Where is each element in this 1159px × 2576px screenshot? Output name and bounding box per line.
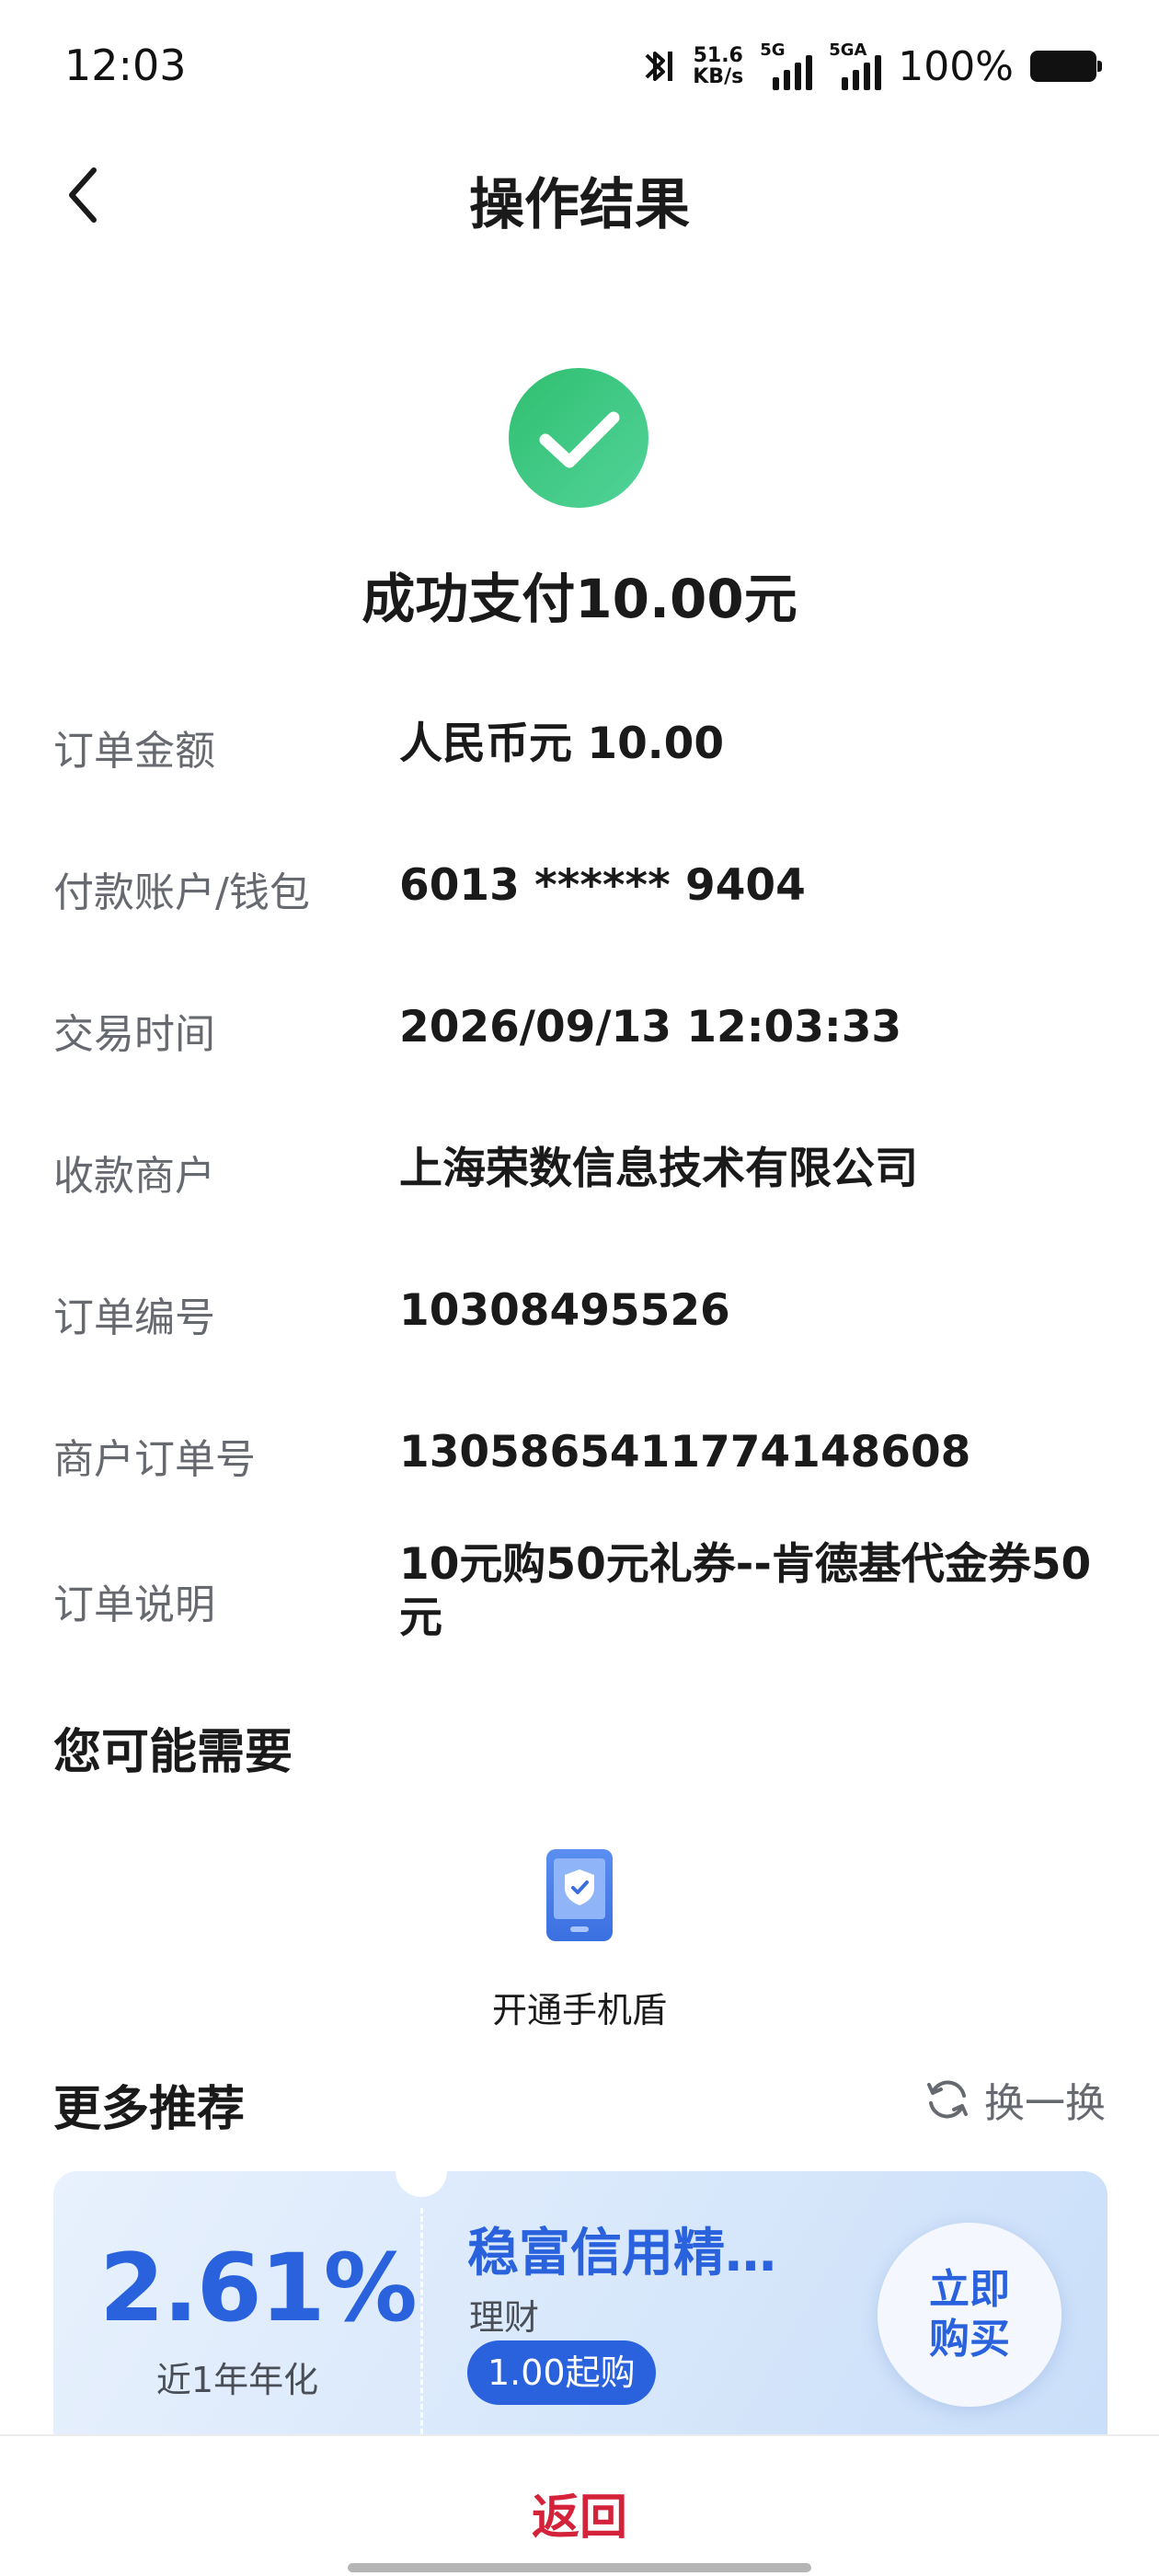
page-title: 操作结果 (469, 173, 690, 237)
detail-label: 商户订单号 (53, 1436, 256, 1483)
refresh-button[interactable]: 换一换 (924, 2070, 1106, 2129)
sim1-label: 5G (760, 40, 786, 60)
detail-value: 人民币元 10.00 (399, 719, 725, 769)
detail-label: 订单编号 (53, 1294, 215, 1341)
status-bar: 12:03 51.6 KB/s 5G 5GA 100% (0, 0, 1159, 138)
product-min-amount-badge: 1.00起购 (467, 2340, 656, 2405)
signal-sim1-icon: 5G (760, 40, 813, 90)
detail-value: 上海荣数信息技术有限公司 (399, 1144, 918, 1194)
check-circle-icon (509, 368, 648, 508)
product-type: 理财 (469, 2297, 540, 2338)
battery-icon (1030, 51, 1102, 82)
return-button[interactable]: 返回 (0, 2478, 1159, 2547)
network-speed-unit: KB/s (693, 65, 744, 88)
detail-value: 10元购50元礼券--肯德基代金券50元 (399, 1539, 1092, 1643)
signal-sim2-icon: 5GA (829, 40, 882, 90)
refresh-icon (927, 2080, 968, 2119)
phone-shield-icon (546, 1849, 613, 1941)
detail-label: 付款账户/钱包 (53, 869, 310, 916)
maybe-need-title: 您可能需要 (53, 1725, 293, 1780)
detail-value: 10308495526 (399, 1285, 730, 1336)
card-notch (396, 2171, 447, 2197)
enable-phone-shield-button[interactable]: 开通手机盾 (460, 1847, 699, 2032)
home-indicator[interactable] (348, 2563, 811, 2572)
recommend-title: 更多推荐 (53, 2082, 246, 2137)
phone-shield-label: 开通手机盾 (491, 1990, 667, 2030)
refresh-label: 换一换 (984, 2080, 1106, 2127)
battery-percent: 100% (898, 42, 1014, 90)
detail-label: 订单金额 (53, 728, 215, 775)
bluetooth-icon (645, 52, 673, 81)
buy-now-label-line2: 购买 (929, 2316, 1010, 2363)
network-speed-value: 51.6 (693, 44, 743, 67)
status-icons: 51.6 KB/s 5G 5GA 100% (639, 40, 1102, 90)
product-name: 稳富信用精… (467, 2224, 776, 2283)
nav-bar: 操作结果 (0, 138, 1159, 248)
network-speed: 51.6 KB/s (693, 45, 743, 87)
detail-value: 1305865411774148608 (399, 1427, 971, 1478)
product-rate: 2.61% (99, 2234, 418, 2343)
buy-now-label-line1: 立即 (929, 2266, 1010, 2313)
payment-success-message: 成功支付10.00元 (361, 568, 798, 630)
detail-label: 订单说明 (53, 1581, 215, 1628)
buy-now-button[interactable]: 立即 购买 (878, 2223, 1061, 2407)
status-time: 12:03 (64, 40, 187, 90)
detail-value: 6013 ****** 9404 (399, 860, 806, 911)
detail-value: 2026/09/13 12:03:33 (399, 1002, 902, 1052)
bottom-bar: 返回 (0, 2434, 1159, 2576)
product-rate-label: 近1年年化 (155, 2360, 319, 2400)
detail-label: 交易时间 (53, 1011, 215, 1058)
sim2-label: 5GA (829, 40, 867, 60)
detail-label: 收款商户 (53, 1153, 215, 1200)
